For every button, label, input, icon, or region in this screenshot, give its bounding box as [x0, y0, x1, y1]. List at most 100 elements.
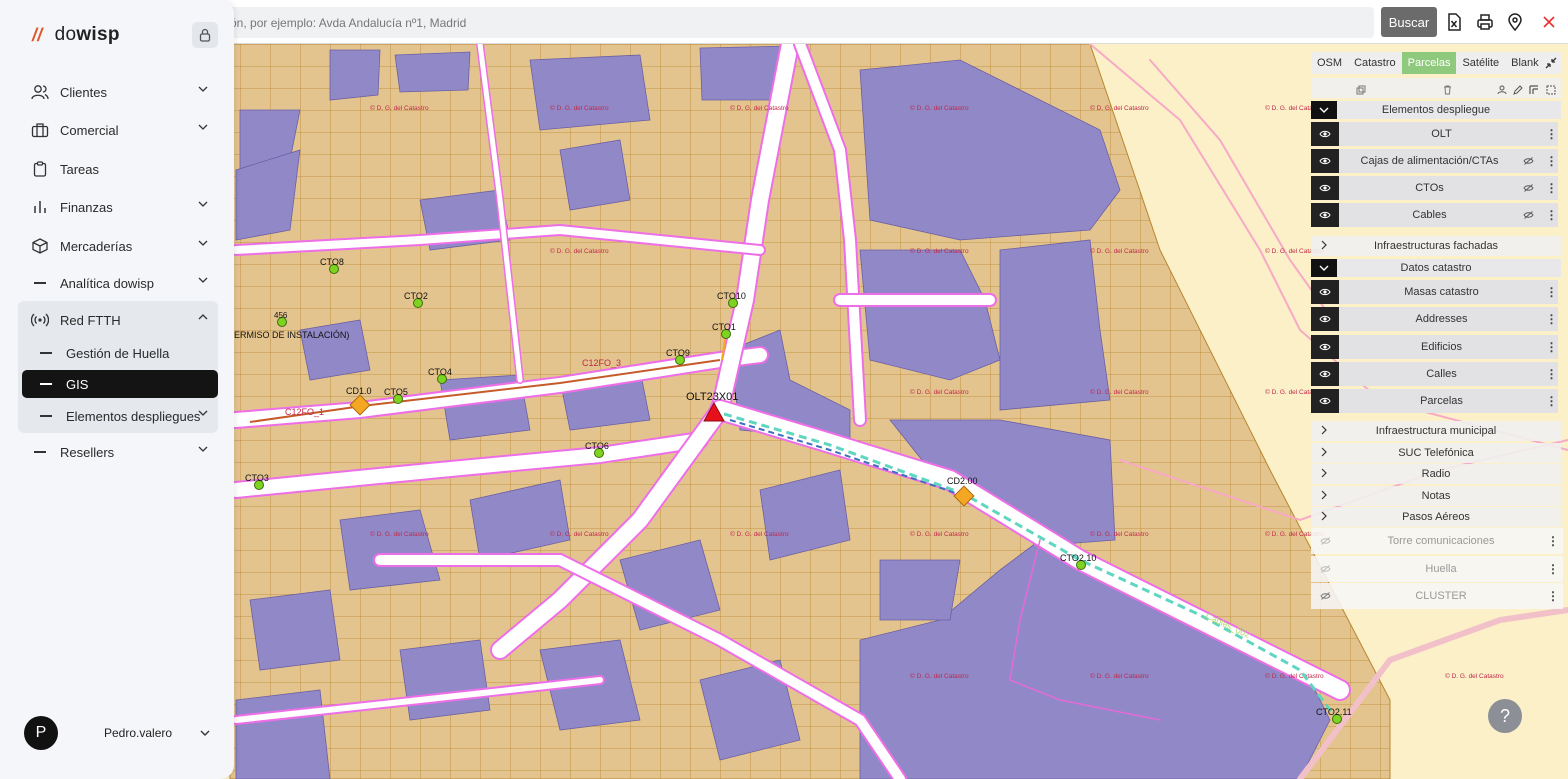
- layer-row-olt[interactable]: OLT ⋮: [1311, 122, 1558, 146]
- sidebar-item-gestion-huella[interactable]: Gestión de Huella: [22, 338, 218, 368]
- tab-parcelas[interactable]: Parcelas: [1401, 52, 1457, 74]
- more-options-icon[interactable]: ⋮: [1544, 128, 1558, 140]
- bar-chart-icon: [28, 200, 52, 214]
- layer-row-addresses[interactable]: Addresses ⋮: [1311, 307, 1558, 331]
- layer-row-ctos[interactable]: CTOs ⋮: [1311, 176, 1558, 200]
- layer-row-calles[interactable]: Calles ⋮: [1311, 362, 1558, 386]
- sidebar-item-finanzas[interactable]: Finanzas: [22, 192, 218, 222]
- collapse-panel-icon[interactable]: [1545, 57, 1557, 69]
- layer-row-torre-comunicaciones[interactable]: Torre comunicaciones ⋮: [1311, 528, 1563, 554]
- help-button[interactable]: ?: [1488, 699, 1522, 733]
- format-icon[interactable]: [1529, 82, 1539, 100]
- svg-text:456: 456: [274, 311, 288, 320]
- svg-text:© D. G. del Catastro: © D. G. del Catastro: [910, 530, 969, 538]
- tab-blank[interactable]: Blank: [1505, 52, 1545, 74]
- layer-row-masas-catastro[interactable]: Masas catastro ⋮: [1311, 280, 1558, 304]
- group-infraestructura-municipal[interactable]: Infraestructura municipal: [1311, 421, 1561, 441]
- layer-label: Huella: [1425, 563, 1457, 575]
- group-title: Datos catastro: [1400, 262, 1472, 274]
- chevron-right-icon: [1321, 240, 1327, 253]
- eye-off-icon[interactable]: [1311, 537, 1339, 545]
- more-options-icon[interactable]: ⋮: [1544, 341, 1558, 353]
- eye-off-icon[interactable]: [1520, 211, 1536, 219]
- svg-text:CTO3: CTO3: [245, 473, 269, 483]
- group-elementos-despliegue[interactable]: Elementos despliegue: [1311, 101, 1561, 119]
- group-title: SUC Telefónica: [1398, 447, 1474, 459]
- eye-icon[interactable]: [1311, 362, 1339, 386]
- sidebar-item-gis[interactable]: GIS: [22, 370, 218, 398]
- more-options-icon[interactable]: ⋮: [1544, 368, 1558, 380]
- location-pin-icon[interactable]: [1504, 11, 1526, 33]
- address-search-input[interactable]: [226, 7, 1374, 38]
- layers-stack-icon[interactable]: [1356, 82, 1366, 100]
- more-options-icon[interactable]: ⋮: [1544, 313, 1558, 325]
- layer-row-cluster[interactable]: CLUSTER ⋮: [1311, 583, 1563, 609]
- sidebar-item-mercaderias[interactable]: Mercaderías: [22, 231, 218, 261]
- user-menu[interactable]: P Pedro.valero: [24, 716, 220, 750]
- group-title: Infraestructura municipal: [1375, 425, 1497, 437]
- more-options-icon[interactable]: ⋮: [1544, 209, 1558, 221]
- trash-icon[interactable]: [1443, 82, 1452, 100]
- more-options-icon[interactable]: ⋮: [1544, 155, 1558, 167]
- eye-icon[interactable]: [1311, 335, 1339, 359]
- search-button[interactable]: Buscar: [1381, 7, 1437, 37]
- more-options-icon[interactable]: ⋮: [1543, 589, 1563, 603]
- svg-text:CTO1: CTO1: [712, 322, 736, 332]
- eye-off-icon[interactable]: [1311, 592, 1339, 600]
- chevron-right-icon: [1321, 511, 1327, 524]
- layer-row-huella[interactable]: Huella ⋮: [1311, 556, 1563, 582]
- sidebar-item-red-ftth[interactable]: Red FTTH: [22, 305, 218, 335]
- eye-icon[interactable]: [1311, 307, 1339, 331]
- sidebar-item-tareas[interactable]: Tareas: [22, 154, 218, 184]
- group-radio[interactable]: Radio: [1311, 464, 1561, 484]
- layer-row-cajas-alimentacion[interactable]: Cajas de alimentación/CTAs ⋮: [1311, 149, 1558, 173]
- chevron-down-icon[interactable]: [1311, 259, 1337, 277]
- group-pasos-aereos[interactable]: Pasos Aéreos: [1311, 507, 1561, 527]
- tab-osm[interactable]: OSM: [1311, 52, 1348, 74]
- more-options-icon[interactable]: ⋮: [1544, 182, 1558, 194]
- pencil-icon[interactable]: [1513, 82, 1523, 100]
- lock-sidebar-button[interactable]: [192, 22, 218, 48]
- dash-icon: [34, 383, 58, 385]
- group-notas[interactable]: Notas: [1311, 486, 1561, 506]
- sidebar-item-analitica[interactable]: Analítica dowisp: [22, 268, 218, 298]
- eye-icon[interactable]: [1311, 280, 1339, 304]
- close-icon[interactable]: [1538, 11, 1560, 33]
- chevron-down-icon: [198, 124, 208, 130]
- lock-icon: [199, 28, 211, 42]
- eye-icon[interactable]: [1311, 203, 1339, 227]
- eye-icon[interactable]: [1311, 122, 1339, 146]
- more-options-icon[interactable]: ⋮: [1543, 562, 1563, 576]
- group-infraestructuras-fachadas[interactable]: Infraestructuras fachadas: [1311, 236, 1561, 256]
- sidebar-item-resellers[interactable]: Resellers: [22, 437, 218, 467]
- layer-row-edificios[interactable]: Edificios ⋮: [1311, 335, 1558, 359]
- chevron-down-icon[interactable]: [1311, 101, 1337, 119]
- group-datos-catastro[interactable]: Datos catastro: [1311, 259, 1561, 277]
- print-icon[interactable]: [1474, 11, 1496, 33]
- user-pin-icon[interactable]: [1497, 82, 1507, 100]
- eye-icon[interactable]: [1311, 389, 1339, 413]
- tab-satelite[interactable]: Satélite: [1456, 52, 1505, 74]
- svg-text:© D. G. del Catastro: © D. G. del Catastro: [550, 530, 609, 538]
- more-options-icon[interactable]: ⋮: [1543, 534, 1563, 548]
- eye-off-icon[interactable]: [1520, 157, 1536, 165]
- eye-off-icon[interactable]: [1311, 565, 1339, 573]
- sidebar-item-label: Resellers: [60, 444, 115, 460]
- layer-row-parcelas[interactable]: Parcelas ⋮: [1311, 389, 1558, 413]
- sidebar-item-comercial[interactable]: Comercial: [22, 115, 218, 145]
- chevron-right-icon: [1321, 490, 1327, 503]
- eye-off-icon[interactable]: [1520, 184, 1536, 192]
- more-options-icon[interactable]: ⋮: [1544, 286, 1558, 298]
- excel-icon[interactable]: [1443, 11, 1465, 33]
- layer-row-cables[interactable]: Cables ⋮: [1311, 203, 1558, 227]
- svg-text:© D. G. del Catastro: © D. G. del Catastro: [370, 104, 429, 112]
- svg-text:CTO8: CTO8: [320, 257, 344, 267]
- eye-icon[interactable]: [1311, 176, 1339, 200]
- eye-icon[interactable]: [1311, 149, 1339, 173]
- more-options-icon[interactable]: ⋮: [1544, 395, 1558, 407]
- sidebar-item-elementos-despliegues[interactable]: Elementos despliegues: [22, 401, 218, 431]
- sidebar-item-clientes[interactable]: Clientes: [22, 77, 218, 107]
- grid-select-icon[interactable]: [1546, 82, 1556, 100]
- group-suc-telefonica[interactable]: SUC Telefónica: [1311, 443, 1561, 463]
- tab-catastro[interactable]: Catastro: [1348, 52, 1402, 74]
